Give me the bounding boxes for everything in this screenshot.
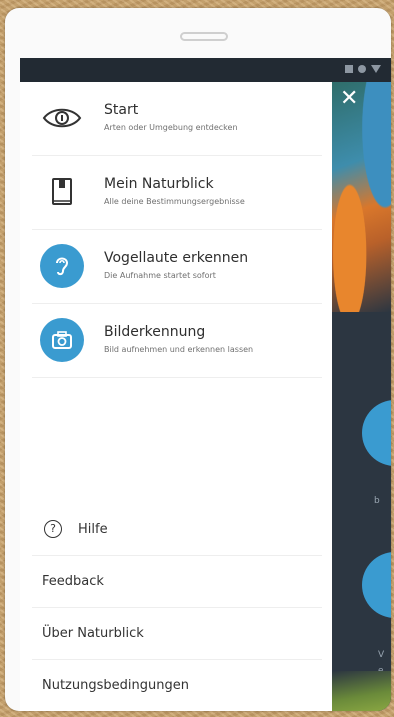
menu-item-mein-naturblick[interactable]: Mein Naturblick Alle deine Bestimmungser…	[32, 156, 322, 230]
menu-item-subtitle: Die Aufnahme startet sofort	[104, 271, 216, 280]
menu-item-start[interactable]: Start Arten oder Umgebung entdecken	[32, 82, 322, 156]
menu-item-subtitle: Arten oder Umgebung entdecken	[104, 123, 238, 132]
background-content: ✕ b V e	[332, 82, 391, 711]
background-action-button	[362, 552, 391, 618]
menu-item-title: Mein Naturblick	[104, 176, 214, 192]
menu-item-feedback[interactable]: Feedback	[32, 556, 322, 608]
status-icons	[345, 65, 381, 73]
book-icon	[40, 170, 84, 214]
ear-icon-wrap	[40, 244, 84, 288]
footer-item-label: Über Naturblick	[42, 626, 144, 641]
background-label: b	[374, 496, 380, 506]
menu-item-title: Bilderkennung	[104, 324, 206, 340]
menu-item-bilderkennung[interactable]: Bilderkennung Bild aufnehmen und erkenne…	[32, 304, 322, 378]
footer-item-label: Hilfe	[78, 522, 108, 537]
battery-icon	[371, 65, 381, 73]
eye-icon	[40, 96, 84, 140]
camera-icon	[40, 318, 84, 362]
footer-item-label: Nutzungsbedingungen	[42, 678, 189, 693]
menu-item-vogellaute[interactable]: Vogellaute erkennen Die Aufnahme startet…	[32, 230, 322, 304]
phone-frame: ✕ b V e Start Arten oder Umgebung entdec…	[5, 8, 391, 711]
menu-item-title: Start	[104, 102, 139, 118]
menu-item-title: Vogellaute erkennen	[104, 250, 249, 266]
background-image-bottom	[332, 671, 391, 711]
help-icon: ?	[44, 520, 62, 538]
menu-item-ueber-naturblick[interactable]: Über Naturblick	[32, 608, 322, 660]
footer-item-label: Feedback	[42, 574, 104, 589]
signal-icon	[345, 65, 353, 73]
menu-item-hilfe[interactable]: ? Hilfe	[32, 504, 322, 556]
menu-item-subtitle: Alle deine Bestimmungsergebnisse	[104, 197, 245, 206]
camera-icon-wrap	[40, 318, 84, 362]
navigation-drawer: Start Arten oder Umgebung entdecken Mein…	[20, 82, 332, 711]
app-screen: ✕ b V e Start Arten oder Umgebung entdec…	[20, 58, 391, 711]
menu-item-subtitle: Bild aufnehmen und erkennen lassen	[104, 345, 254, 354]
close-icon[interactable]: ✕	[340, 88, 358, 110]
feather-image	[332, 82, 391, 312]
background-action-button	[362, 400, 391, 466]
status-bar	[20, 58, 391, 82]
background-label: V	[378, 650, 385, 660]
menu-item-nutzungsbedingungen[interactable]: Nutzungsbedingungen	[32, 660, 322, 711]
phone-speaker	[180, 32, 228, 41]
wifi-icon	[358, 65, 366, 73]
ear-icon	[40, 244, 84, 288]
